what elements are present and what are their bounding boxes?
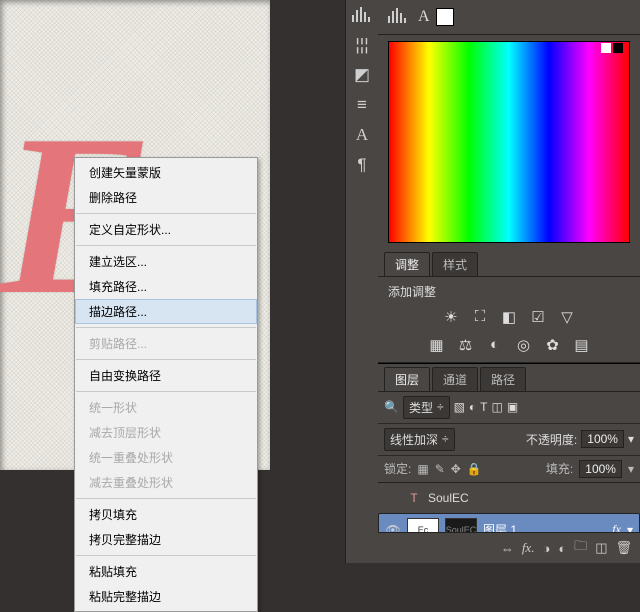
menu-item[interactable]: 粘贴完整描边 [75, 584, 257, 609]
fill-arrow-icon[interactable]: ▾ [628, 462, 634, 476]
lock-label: 锁定: [384, 460, 411, 477]
menu-item[interactable]: 创建矢量蒙版 [75, 160, 257, 185]
layers-tabs: 图层通道路径 [378, 364, 640, 392]
filter-adjust-icon[interactable]: ◐ [469, 400, 476, 414]
menu-item: 统一形状 [75, 395, 257, 420]
color-swatch[interactable] [436, 8, 454, 26]
link-icon[interactable]: ⇔ [501, 541, 514, 556]
filter-smart-icon[interactable]: ▣ [507, 400, 518, 414]
histogram-mini-icon[interactable] [386, 7, 410, 28]
right-panels: A 调整样式 添加调整 ☀ ⛶ ◧ ☑ ▽ ▦ ⚖ ◐ ◎ ✿ ▤ 图层通道路径… [378, 0, 640, 563]
fill-label: 填充: [546, 460, 573, 477]
levels-icon[interactable]: ⛶ [469, 306, 491, 328]
filter-type-icon[interactable]: T [480, 400, 487, 414]
add-adjustment-label: 添加调整 [388, 283, 630, 300]
menu-item[interactable]: 拷贝填充 [75, 502, 257, 527]
menu-item: 剪贴路径... [75, 331, 257, 356]
menu-item[interactable]: 填充路径... [75, 274, 257, 299]
balance-icon[interactable]: ⚖ [455, 334, 477, 356]
pilcrow-icon[interactable]: ¶ [346, 150, 378, 180]
character-icon[interactable]: A [346, 120, 378, 150]
adjustment-layer-icon[interactable]: ◐ [558, 541, 566, 556]
layers-list: TSoulEC👁EcSoulEC图层 1 fx▾👁智能滤镜👁USM 锐化≒👁滤镜… [378, 483, 640, 533]
delete-icon[interactable]: 🗑 [615, 540, 632, 556]
blend-mode-select[interactable]: 线性加深 ÷ [384, 428, 455, 451]
group-icon[interactable]: 🗀 [574, 537, 587, 559]
filter-pixel-icon[interactable]: ▧ [454, 400, 465, 414]
lock-all-icon[interactable]: 🔒 [467, 462, 482, 476]
fill-value[interactable]: 100% [579, 460, 622, 478]
bw-icon[interactable]: ◐ [484, 334, 506, 356]
lock-pixels-icon[interactable]: ▦ [417, 462, 428, 476]
opacity-arrow-icon[interactable]: ▾ [628, 432, 634, 446]
adjustment-icons-row2: ▦ ⚖ ◐ ◎ ✿ ▤ [388, 334, 630, 356]
filter-search-icon[interactable]: 🔍 [384, 400, 399, 414]
swatches-icon[interactable]: ◩ [346, 60, 378, 90]
opacity-label: 不透明度: [526, 431, 577, 448]
filter-type-select[interactable]: 类型 ÷ [403, 396, 450, 419]
channel-mixer-icon[interactable]: ✿ [542, 334, 564, 356]
paragraph-icon[interactable]: ≡ [346, 90, 378, 120]
layer-name: SoulEC [428, 491, 469, 505]
hue-icon[interactable]: ▦ [426, 334, 448, 356]
exposure-icon[interactable]: ☑ [527, 306, 549, 328]
tab-路径[interactable]: 路径 [480, 367, 526, 391]
curves-icon[interactable]: ◧ [498, 306, 520, 328]
tab-图层[interactable]: 图层 [384, 367, 430, 391]
tab-通道[interactable]: 通道 [432, 367, 478, 391]
type-layer-icon: T [406, 491, 422, 505]
mask-icon[interactable]: ◑ [542, 541, 550, 556]
menu-item[interactable]: 自由变换路径 [75, 363, 257, 388]
vibrance-icon[interactable]: ▽ [556, 306, 578, 328]
lock-brush-icon[interactable]: ✎ [435, 462, 445, 476]
menu-item[interactable]: 描边路径... [75, 299, 257, 324]
menu-item: 统一重叠处形状 [75, 445, 257, 470]
white-swatch [601, 43, 611, 53]
brushes-icon[interactable]: ¦¦¦ [346, 30, 378, 60]
menu-item[interactable]: 删除路径 [75, 185, 257, 210]
brightness-icon[interactable]: ☀ [440, 306, 462, 328]
collapsed-tool-column: ¦¦¦ ◩ ≡ A ¶ [345, 0, 379, 563]
menu-item: 减去顶层形状 [75, 420, 257, 445]
menu-item[interactable]: 拷贝完整描边 [75, 527, 257, 552]
fx-toggle-icon[interactable]: ▾ [627, 523, 633, 533]
filter-shape-icon[interactable]: ◫ [492, 400, 503, 414]
path-context-menu: 创建矢量蒙版删除路径定义自定形状... 建立选区...填充路径...描边路径...… [74, 157, 258, 612]
layer-filter-thumb: SoulEC [445, 518, 477, 533]
lookup-icon[interactable]: ▤ [571, 334, 593, 356]
color-letter: A [418, 8, 430, 26]
lock-position-icon[interactable]: ✥ [451, 462, 461, 476]
menu-item: 减去重叠处形状 [75, 470, 257, 495]
visibility-eye-icon[interactable]: 👁 [385, 523, 401, 533]
fx-icon[interactable]: fx. [522, 540, 535, 556]
histogram-icon[interactable] [346, 0, 378, 30]
layers-footer: ⇔ fx. ◑ ◐ 🗀 ◫ 🗑 [378, 532, 640, 563]
opacity-value[interactable]: 100% [581, 430, 624, 448]
hue-strip[interactable] [388, 41, 630, 243]
menu-item[interactable]: 定义自定形状... [75, 217, 257, 242]
layer-thumb: Ec [407, 518, 439, 533]
menu-item[interactable]: 建立选区... [75, 249, 257, 274]
photo-filter-icon[interactable]: ◎ [513, 334, 535, 356]
foreground-color-group[interactable]: A [418, 8, 454, 26]
tab-样式[interactable]: 样式 [432, 252, 478, 276]
tab-调整[interactable]: 调整 [384, 252, 430, 276]
new-layer-icon[interactable]: ◫ [595, 540, 607, 556]
adjustments-tabs: 调整样式 [378, 249, 640, 277]
black-swatch [613, 43, 623, 53]
layer-name: 图层 1 [483, 521, 517, 532]
layer-row[interactable]: 👁 Ec SoulEC 图层 1 fx ▾ [378, 513, 640, 533]
fx-indicator-icon[interactable]: fx [612, 522, 621, 532]
adjustment-icons-row1: ☀ ⛶ ◧ ☑ ▽ [388, 306, 630, 328]
layer-row[interactable]: T SoulEC [378, 483, 640, 513]
